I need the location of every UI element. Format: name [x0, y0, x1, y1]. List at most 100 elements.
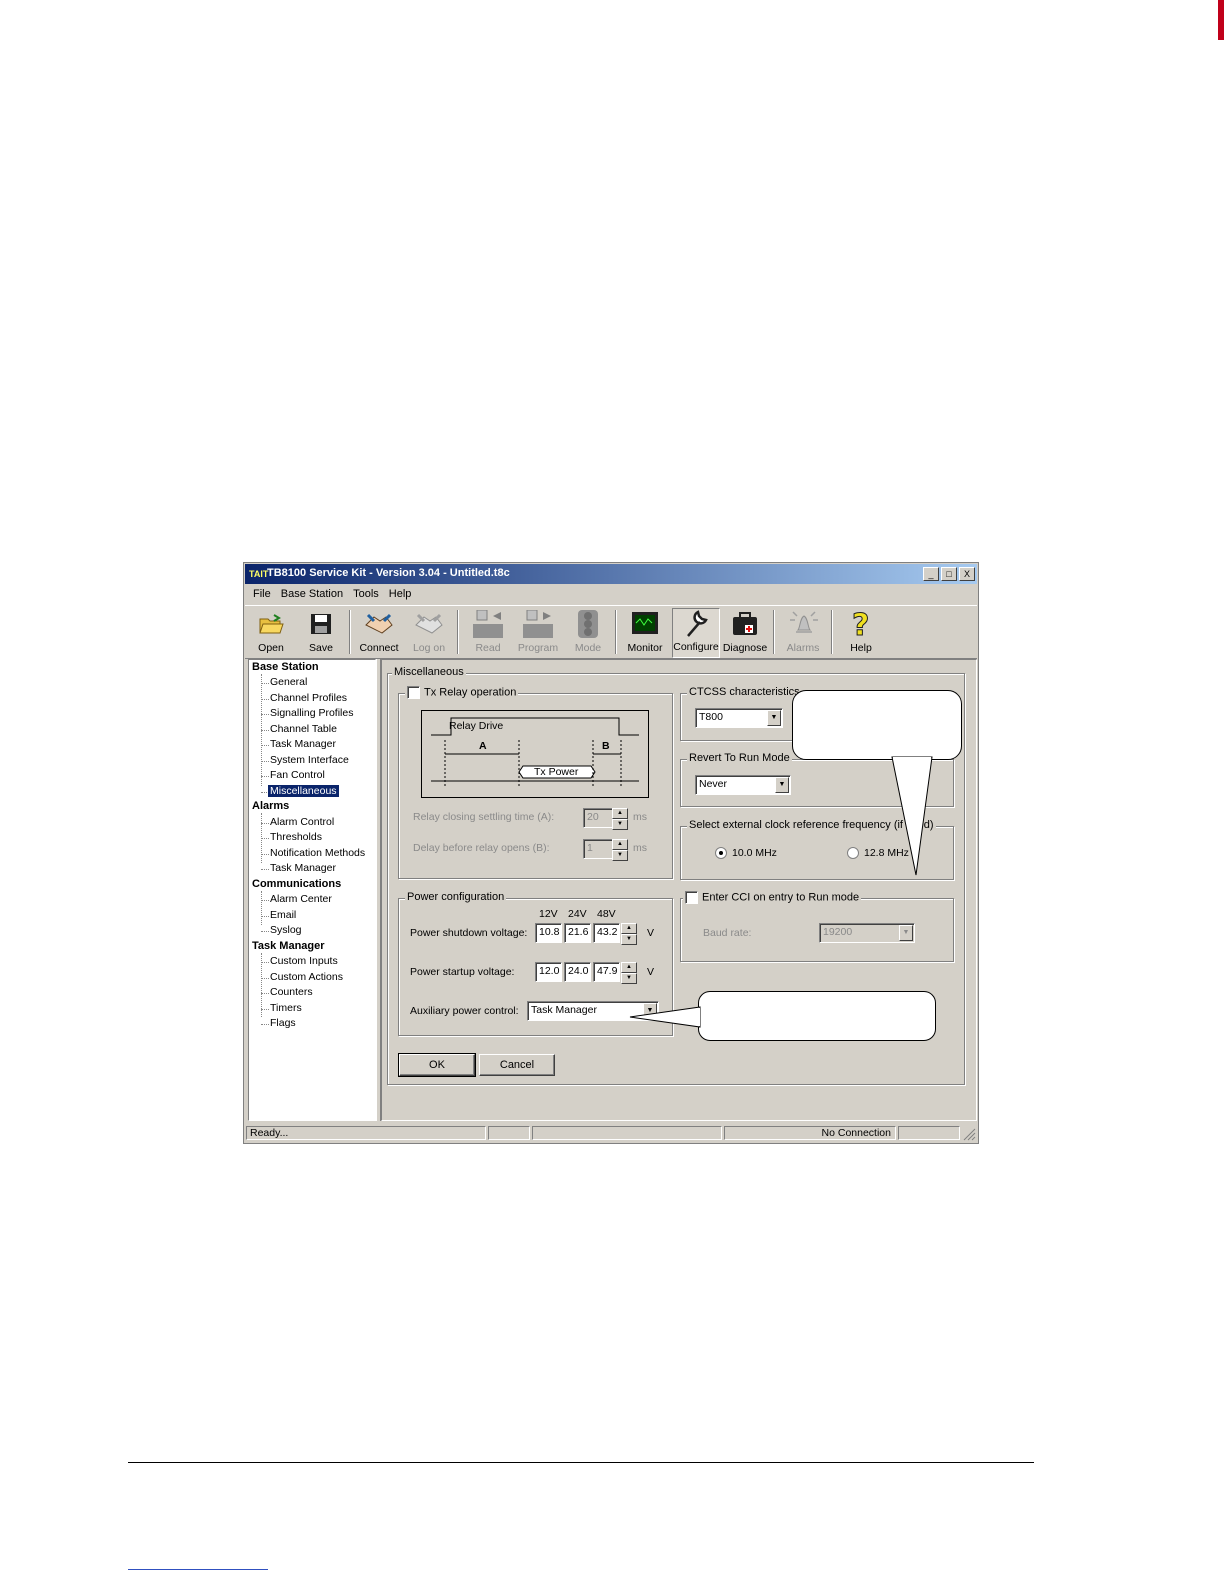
dropdown-arrow-icon[interactable]: ▼ [899, 925, 913, 941]
relay-delay-spinner[interactable]: ▲ ▼ [612, 839, 628, 861]
tree-item-task-manager[interactable]: Task Manager [270, 738, 336, 750]
tree-item-timers[interactable]: Timers [270, 1002, 302, 1014]
tree-item-alarm-center[interactable]: Alarm Center [270, 893, 332, 905]
tree-item-system-interface[interactable]: System Interface [270, 754, 349, 766]
startup-spinner[interactable]: ▲ ▼ [621, 962, 637, 984]
save-button[interactable]: Save [298, 610, 344, 656]
medical-bag-icon [730, 610, 760, 638]
menu-help[interactable]: Help [384, 586, 417, 602]
title-bar[interactable]: TAIT TB8100 Service Kit - Version 3.04 -… [245, 564, 977, 584]
tx-relay-title: Tx Relay operation [405, 686, 519, 699]
clock-radio-12[interactable] [847, 847, 859, 860]
startup-48v-field[interactable]: 47.9 [593, 962, 620, 982]
maximize-button[interactable]: □ [941, 567, 957, 581]
startup-12v-field[interactable]: 12.0 [535, 962, 562, 982]
minimize-button[interactable]: _ [923, 567, 939, 581]
shutdown-unit: V [647, 927, 655, 939]
help-button[interactable]: ? Help [838, 609, 884, 656]
tree-item-custom-actions[interactable]: Custom Actions [270, 971, 343, 983]
tree-cat-task-manager[interactable]: Task Manager [252, 940, 325, 952]
tree-item-custom-inputs[interactable]: Custom Inputs [270, 955, 338, 967]
relay-closing-spinner[interactable]: ▲ ▼ [612, 808, 628, 830]
read-icon [473, 610, 503, 638]
read-label: Read [475, 642, 501, 654]
logon-icon [414, 610, 444, 638]
ctcss-value: T800 [699, 711, 723, 723]
status-bar: Ready... No Connection [245, 1124, 977, 1142]
cci-title: Enter CCI on entry to Run mode [683, 891, 862, 904]
ctcss-select[interactable]: T800 ▼ [695, 708, 783, 728]
diagnose-button[interactable]: Diagnose [722, 610, 768, 656]
tree-item-miscellaneous[interactable]: Miscellaneous [268, 785, 339, 797]
tree-item-fan-control[interactable]: Fan Control [270, 769, 325, 781]
tree-item-counters[interactable]: Counters [270, 986, 313, 998]
dropdown-arrow-icon[interactable]: ▼ [767, 710, 781, 726]
menu-tools[interactable]: Tools [348, 586, 384, 602]
cci-group: Enter CCI on entry to Run mode Baud rate… [680, 891, 954, 962]
dropdown-arrow-icon[interactable]: ▼ [775, 777, 789, 793]
revert-title: Revert To Run Mode [687, 752, 792, 764]
shutdown-12v-field[interactable]: 10.8 [535, 923, 562, 943]
baud-rate-select[interactable]: 19200 ▼ [819, 923, 915, 943]
program-button[interactable]: Program [515, 610, 561, 656]
resize-grip-icon[interactable] [962, 1127, 976, 1141]
footer-rule [128, 1462, 1034, 1463]
alarms-button[interactable]: Alarms [780, 610, 826, 656]
tree-item-channel-table[interactable]: Channel Table [270, 723, 337, 735]
relay-closing-unit: ms [633, 811, 647, 823]
svg-text:?: ? [852, 609, 869, 639]
revert-select[interactable]: Never ▼ [695, 775, 791, 795]
save-label: Save [309, 642, 333, 654]
tree-cat-alarms[interactable]: Alarms [252, 800, 289, 812]
close-button[interactable]: X [959, 567, 975, 581]
shutdown-48v-field[interactable]: 43.2 [593, 923, 620, 943]
tree-item-signalling-profiles[interactable]: Signalling Profiles [270, 707, 353, 719]
clock-radio-10[interactable] [715, 847, 727, 860]
relay-delay-field[interactable]: 1 [583, 839, 613, 859]
clock-option-10[interactable]: 10.0 MHz [715, 847, 777, 860]
monitor-button[interactable]: Monitor [622, 610, 668, 656]
navigation-tree: Base Station General Channel Profiles Si… [248, 659, 376, 1121]
logon-button[interactable]: Log on [406, 610, 452, 656]
shutdown-24v-field[interactable]: 21.6 [564, 923, 591, 943]
relay-closing-label: Relay closing settling time (A): [413, 811, 555, 823]
baud-rate-label: Baud rate: [703, 927, 752, 939]
relay-delay-unit: ms [633, 842, 647, 854]
tx-relay-group: Tx Relay operation Relay Drive A B Tx Po… [398, 686, 673, 879]
tree-item-flags[interactable]: Flags [270, 1017, 296, 1029]
tree-item-notification-methods[interactable]: Notification Methods [270, 847, 365, 859]
tree-item-thresholds[interactable]: Thresholds [270, 831, 322, 843]
tree-item-general[interactable]: General [270, 676, 307, 688]
tree-item-email[interactable]: Email [270, 909, 296, 921]
tx-relay-checkbox[interactable] [407, 686, 420, 699]
configure-button[interactable]: Configure [672, 608, 720, 658]
tree-item-channel-profiles[interactable]: Channel Profiles [270, 692, 347, 704]
cancel-button[interactable]: Cancel [479, 1054, 555, 1076]
tx-relay-label: Tx Relay operation [424, 686, 517, 699]
tree-item-alarm-task-manager[interactable]: Task Manager [270, 862, 336, 874]
tree-item-syslog[interactable]: Syslog [270, 924, 302, 936]
ok-button[interactable]: OK [398, 1053, 476, 1077]
status-pane-2 [488, 1126, 530, 1140]
shutdown-spinner[interactable]: ▲ ▼ [621, 923, 637, 945]
read-button[interactable]: Read [465, 610, 511, 656]
menu-base-station[interactable]: Base Station [276, 586, 348, 602]
cci-checkbox[interactable] [685, 891, 698, 904]
connect-button[interactable]: Connect [356, 610, 402, 656]
relay-drive-label: Relay Drive [449, 720, 504, 732]
label-b: B [602, 740, 610, 752]
aux-power-value: Task Manager [531, 1004, 597, 1016]
tree-cat-communications[interactable]: Communications [252, 878, 341, 890]
logon-label: Log on [412, 642, 446, 654]
tree-cat-base-station[interactable]: Base Station [252, 661, 319, 673]
col-48v: 48V [597, 908, 616, 920]
relay-closing-field[interactable]: 20 [583, 808, 613, 828]
configure-label: Configure [673, 641, 719, 653]
diagnose-label: Diagnose [722, 642, 768, 654]
menu-file[interactable]: File [248, 586, 276, 602]
tree-item-alarm-control[interactable]: Alarm Control [270, 816, 334, 828]
startup-24v-field[interactable]: 24.0 [564, 962, 591, 982]
mode-label: Mode [574, 642, 602, 654]
mode-button[interactable]: Mode [565, 610, 611, 656]
open-button[interactable]: Open [248, 610, 294, 656]
